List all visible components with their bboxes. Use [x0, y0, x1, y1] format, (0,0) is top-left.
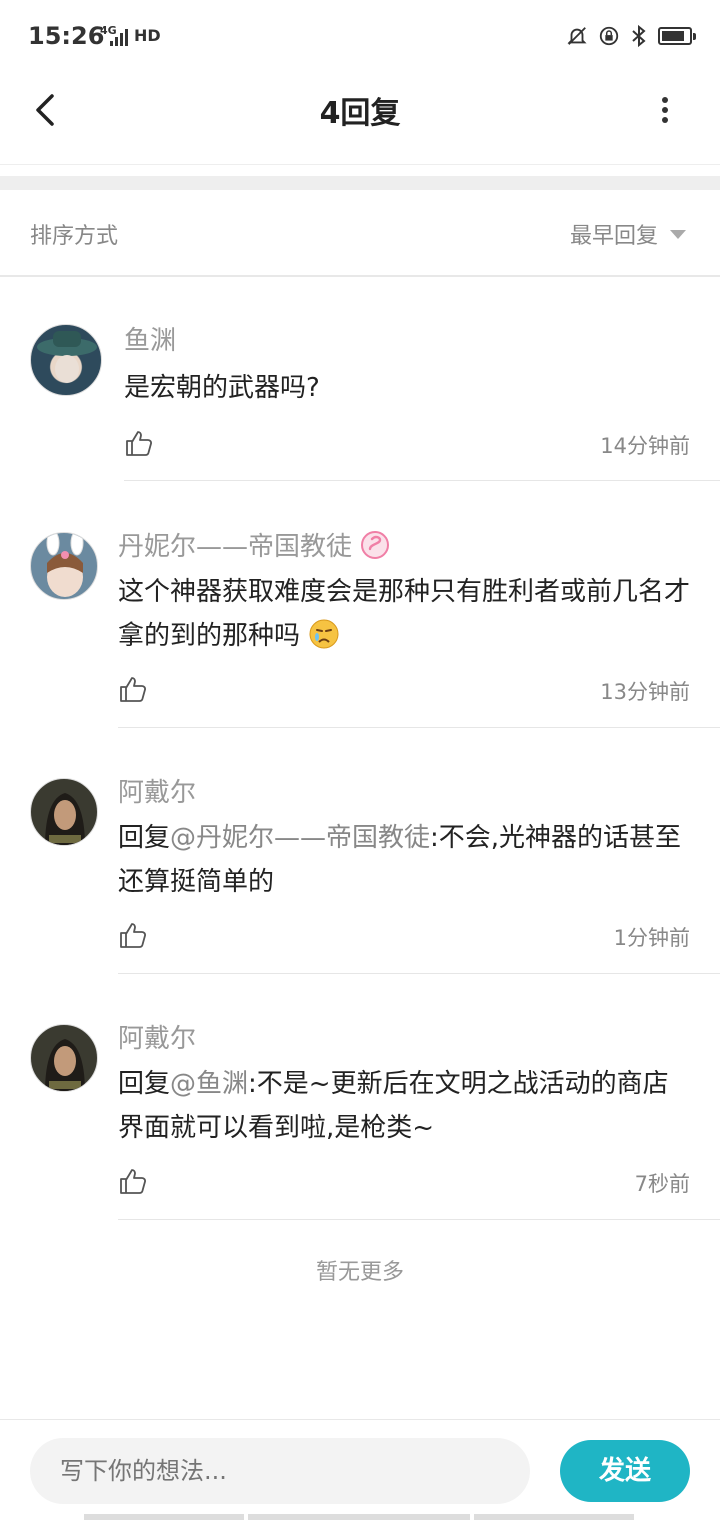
- status-icons: [566, 24, 696, 48]
- thumbs-up-icon[interactable]: [124, 428, 154, 458]
- bottom-divider: [0, 1419, 720, 1420]
- comment-item: 鱼渊 是宏朝的武器吗? 14分钟前: [0, 300, 720, 482]
- hat-figure-icon: [37, 331, 97, 383]
- comment-text: 回复@鱼渊:不是~更新后在文明之战活动的商店界面就可以看到啦,是枪类~: [118, 1062, 690, 1150]
- header-divider: [0, 164, 720, 165]
- comment-author[interactable]: 鱼渊: [124, 320, 176, 357]
- status-time: 15:26: [28, 22, 105, 50]
- bunny-girl-icon: [46, 533, 84, 597]
- bluetooth-icon: [632, 24, 646, 48]
- sort-dropdown[interactable]: 最早回复: [570, 218, 686, 250]
- warrior-portrait-icon: [45, 1039, 85, 1091]
- avatar[interactable]: [30, 778, 98, 846]
- avatar[interactable]: [30, 324, 102, 396]
- more-options-icon[interactable]: [652, 92, 678, 128]
- comment-input[interactable]: [30, 1438, 530, 1504]
- battery-icon: [658, 27, 696, 45]
- signal-icon: [110, 28, 130, 46]
- nav-hint: [474, 1514, 634, 1520]
- rotation-lock-icon: [599, 26, 619, 46]
- comment-time: 1分钟前: [613, 926, 690, 950]
- comment-item: 阿戴尔 回复@鱼渊:不是~更新后在文明之战活动的商店界面就可以看到啦,是枪类~ …: [0, 974, 720, 1220]
- comment-text: 是宏朝的武器吗?: [124, 366, 690, 410]
- comment-text: 回复@丹妮尔——帝国教徒:不会,光神器的话甚至还算挺简单的: [118, 816, 690, 904]
- comment-author[interactable]: 阿戴尔: [118, 1018, 196, 1055]
- page-title: 4回复: [319, 96, 401, 131]
- comment-item: 丹妮尔——帝国教徒 这个神器获取难度会是那种只有胜利者或前几名才拿的到的那种吗 …: [0, 482, 720, 728]
- comment-divider: [118, 1219, 720, 1220]
- comment-body: 是宏朝的武器吗?: [124, 373, 320, 403]
- dropdown-arrow-icon: [670, 229, 686, 239]
- comment-body: 这个神器获取难度会是那种只有胜利者或前几名才拿的到的那种吗: [118, 577, 691, 651]
- comment-author[interactable]: 丹妮尔——帝国教徒: [118, 526, 390, 563]
- author-name: 阿戴尔: [118, 778, 197, 808]
- avatar[interactable]: [30, 1024, 98, 1092]
- comment-author[interactable]: 阿戴尔: [118, 772, 196, 809]
- thumbs-up-icon[interactable]: [118, 674, 148, 704]
- reply-prefix: 回复: [118, 823, 171, 853]
- mention-link[interactable]: @丹妮尔——帝国教徒: [170, 823, 430, 853]
- avatar[interactable]: [30, 532, 98, 600]
- comment-text: 这个神器获取难度会是那种只有胜利者或前几名才拿的到的那种吗: [118, 570, 690, 658]
- author-name: 阿戴尔: [118, 1024, 197, 1054]
- thumbs-up-icon[interactable]: [118, 1166, 148, 1196]
- sort-label: 排序方式: [30, 224, 119, 249]
- crying-emoji-icon: [309, 619, 339, 649]
- nav-hint: [84, 1514, 244, 1520]
- nav-hint: [248, 1514, 470, 1520]
- comment-time: 14分钟前: [600, 434, 690, 458]
- comment-time: 7秒前: [634, 1172, 690, 1196]
- author-name: 鱼渊: [124, 326, 177, 356]
- thumbs-up-icon[interactable]: [118, 920, 148, 950]
- section-separator: [0, 176, 720, 190]
- sort-value: 最早回复: [569, 224, 658, 249]
- comment-divider: [124, 480, 720, 481]
- send-button[interactable]: 发送: [560, 1440, 690, 1502]
- warrior-portrait-icon: [45, 793, 85, 845]
- comment-time: 13分钟前: [600, 680, 690, 704]
- author-name: 丹妮尔——帝国教徒: [118, 532, 353, 562]
- sort-divider: [0, 275, 720, 277]
- hd-indicator: HD: [134, 26, 161, 45]
- reply-prefix: 回复: [118, 1069, 171, 1099]
- comment-item: 阿戴尔 回复@丹妮尔——帝国教徒:不会,光神器的话甚至还算挺简单的 1分钟前: [0, 728, 720, 974]
- badge-icon: [361, 530, 390, 559]
- no-more-text: 暂无更多: [315, 1260, 404, 1285]
- mute-bell-icon: [567, 27, 587, 45]
- mention-link[interactable]: @鱼渊: [170, 1069, 248, 1099]
